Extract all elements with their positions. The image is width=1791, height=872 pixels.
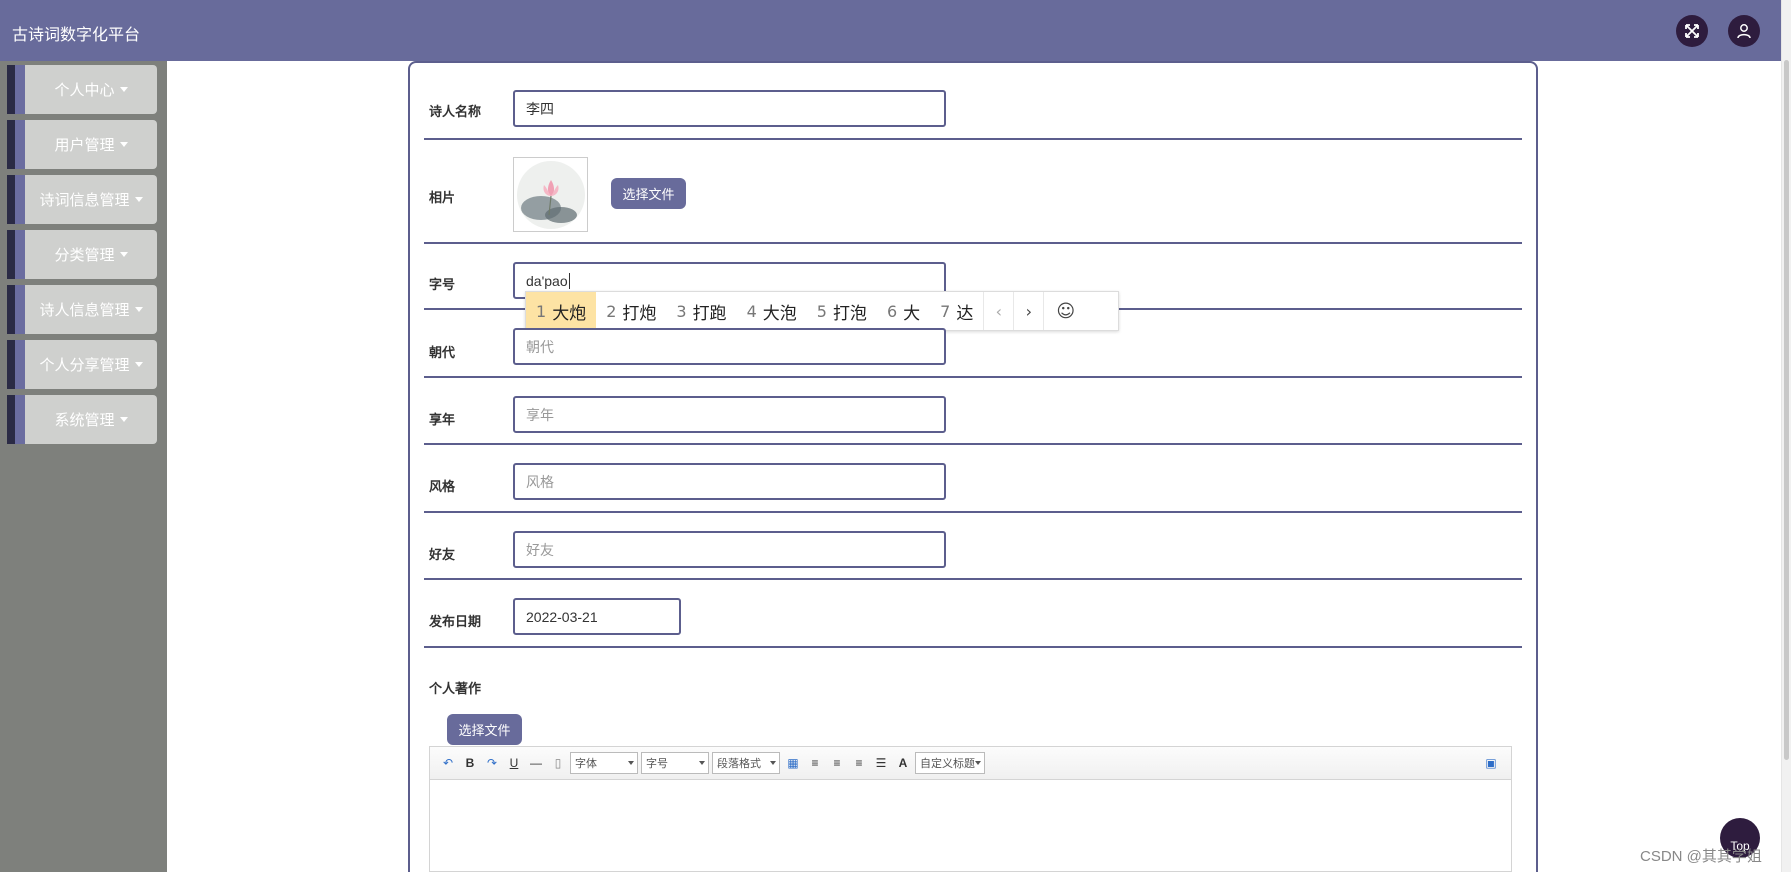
sidebar-item-system-management[interactable]: 系统管理: [7, 395, 157, 444]
form-row-friends: 好友 好友: [424, 513, 1522, 580]
form-row-dynasty: 朝代 朝代: [424, 310, 1522, 378]
publish-date-label: 发布日期: [429, 614, 482, 629]
lotus-painting-image: [516, 160, 585, 229]
underline-icon[interactable]: U: [504, 753, 524, 773]
photo-label: 相片: [429, 190, 456, 205]
alias-input-value: da'pao: [526, 272, 568, 289]
sidebar-item-label: 诗人信息管理: [39, 302, 130, 319]
paragraph-format-select[interactable]: 段落格式: [712, 752, 780, 774]
friends-label: 好友: [429, 547, 456, 562]
undo-icon[interactable]: ↶: [438, 753, 458, 773]
page-scrollbar[interactable]: [1781, 0, 1791, 872]
photo-choose-file-button[interactable]: 选择文件: [611, 178, 686, 209]
editor-toolbar: ↶ B ↷ U — ▯ 字体 字号 段落格式 ▦ ≡ ≡ ≡ ☰ A 自定义标题…: [430, 747, 1511, 780]
align-left-icon[interactable]: ≡: [805, 753, 825, 773]
form-row-photo: 相片 选择文件: [424, 140, 1522, 244]
sidebar-item-label: 诗词信息管理: [39, 192, 130, 209]
style-input[interactable]: 风格: [513, 463, 946, 500]
sidebar-item-label: 分类管理: [54, 247, 115, 264]
table-icon[interactable]: ▦: [783, 753, 803, 773]
caret-down-icon: [119, 142, 128, 147]
alias-label: 字号: [429, 277, 456, 292]
redo-icon[interactable]: ↷: [482, 753, 502, 773]
font-color-icon[interactable]: A: [893, 753, 913, 773]
caret-down-icon: [134, 362, 143, 367]
custom-title-select[interactable]: 自定义标题: [915, 752, 985, 774]
caret-down-icon: [119, 87, 128, 92]
form-row-style: 风格 风格: [424, 445, 1522, 513]
app-title: 古诗词数字化平台: [12, 27, 141, 44]
font-size-select[interactable]: 字号: [641, 752, 709, 774]
rich-text-editor: ↶ B ↷ U — ▯ 字体 字号 段落格式 ▦ ≡ ≡ ≡ ☰ A 自定义标题…: [429, 746, 1512, 872]
sidebar-item-personal-center[interactable]: 个人中心: [7, 65, 157, 114]
sidebar: 个人中心 用户管理 诗词信息管理 分类管理 诗人信息管理 个人分享管理 系统管理: [0, 61, 167, 872]
poet-name-label: 诗人名称: [429, 104, 482, 119]
poet-name-input[interactable]: 李四: [513, 90, 946, 127]
caret-down-icon: [134, 197, 143, 202]
sidebar-item-share-management[interactable]: 个人分享管理: [7, 340, 157, 389]
lifespan-input[interactable]: 享年: [513, 396, 946, 433]
sidebar-item-category-management[interactable]: 分类管理: [7, 230, 157, 279]
sidebar-item-label: 系统管理: [54, 412, 115, 429]
publish-date-input[interactable]: 2022-03-21: [513, 598, 681, 635]
user-menu-button[interactable]: [1728, 15, 1760, 47]
top-header: 古诗词数字化平台: [0, 0, 1781, 61]
form-row-lifespan: 享年 享年: [424, 378, 1522, 445]
sidebar-item-label: 个人分享管理: [39, 357, 130, 374]
friends-input[interactable]: 好友: [513, 531, 946, 568]
caret-down-icon: [119, 252, 128, 257]
bold-icon[interactable]: B: [460, 753, 480, 773]
align-center-icon[interactable]: ≡: [849, 753, 869, 773]
form-row-poet-name: 诗人名称 李四: [424, 88, 1522, 140]
caret-down-icon: [134, 307, 143, 312]
expand-arrows-icon: [1685, 24, 1699, 38]
sidebar-item-label: 用户管理: [54, 137, 115, 154]
form-row-publish-date: 发布日期 2022-03-21: [424, 580, 1522, 648]
fullscreen-button[interactable]: [1676, 15, 1708, 47]
sidebar-item-user-management[interactable]: 用户管理: [7, 120, 157, 169]
sidebar-item-poet-management[interactable]: 诗人信息管理: [7, 285, 157, 334]
works-label: 个人著作: [429, 681, 482, 696]
horizontal-rule-icon[interactable]: —: [526, 753, 546, 773]
align-justify-icon[interactable]: ☰: [871, 753, 891, 773]
dynasty-input[interactable]: 朝代: [513, 328, 946, 365]
user-icon: [1737, 24, 1751, 39]
align-right-icon[interactable]: ≡: [827, 753, 847, 773]
watermark: CSDN @其其学姐: [1640, 848, 1762, 865]
works-choose-file-button[interactable]: 选择文件: [447, 714, 522, 745]
photo-thumbnail: [513, 157, 588, 232]
style-label: 风格: [429, 479, 456, 494]
lifespan-label: 享年: [429, 412, 456, 427]
scrollbar-thumb[interactable]: [1784, 60, 1789, 760]
sidebar-item-poem-management[interactable]: 诗词信息管理: [7, 175, 157, 224]
caret-down-icon: [119, 417, 128, 422]
sidebar-item-label: 个人中心: [54, 82, 115, 99]
preview-icon[interactable]: ▣: [1481, 753, 1501, 773]
document-icon[interactable]: ▯: [548, 753, 568, 773]
dynasty-label: 朝代: [429, 345, 456, 360]
font-family-select[interactable]: 字体: [570, 752, 638, 774]
text-cursor: [568, 272, 570, 289]
